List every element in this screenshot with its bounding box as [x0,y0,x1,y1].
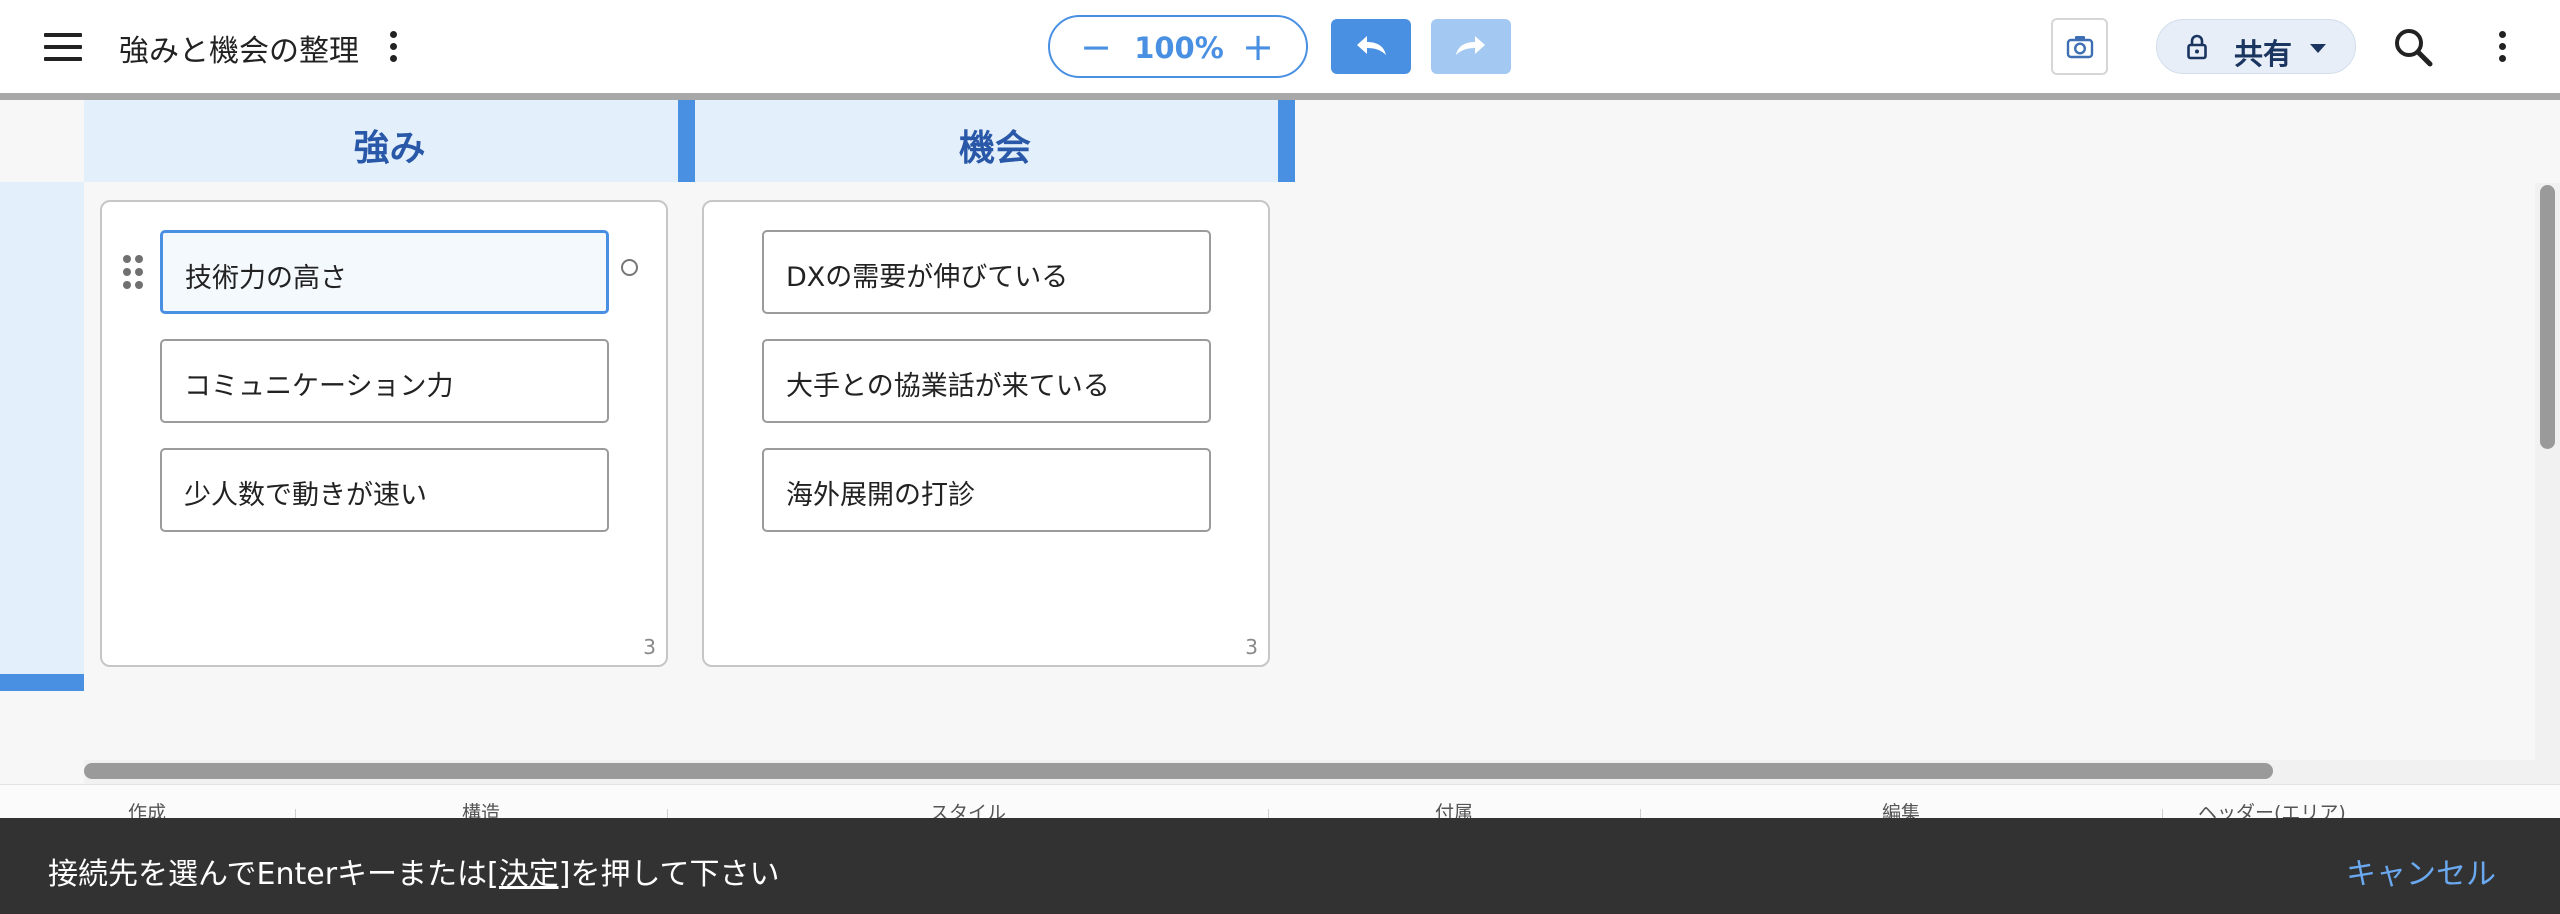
card-count: 3 [643,635,656,659]
tab-style[interactable]: スタイル [930,798,1006,818]
more-vert-icon[interactable] [2496,29,2508,65]
vertical-scrollbar-thumb[interactable] [2540,185,2555,449]
top-toolbar: 強みと機会の整理 − 100% + 共有 [0,0,2560,93]
card-label: 海外展開の打診 [786,480,975,511]
tab-edit[interactable]: 編集 [1882,798,1920,818]
lock-icon [2187,34,2207,60]
drag-handle-icon[interactable] [123,255,147,291]
card-label: 少人数で動きが速い [184,480,427,511]
snackbar-message: 接続先を選んでEnterキーまたは[決定]を押して下さい [48,849,780,893]
share-button[interactable]: 共有 [2156,19,2356,74]
snackbar-message-before: 接続先を選んでEnterキーまたは [48,857,488,892]
undo-icon [1357,36,1386,55]
tab-divider [667,809,668,818]
document-title[interactable]: 強みと機会の整理 [119,26,359,70]
connection-point[interactable] [621,259,638,276]
row-resize-handle[interactable] [0,674,84,691]
tab-divider [1268,809,1269,818]
tab-attachment[interactable]: 付属 [1435,798,1473,818]
column-resize-handle[interactable] [1278,100,1295,182]
bottom-tab-strip: 作成 構造 スタイル 付属 編集 ヘッダー(エリア) [0,784,2560,818]
share-label: 共有 [2234,37,2293,71]
tab-divider [2162,809,2163,818]
card-selected[interactable]: 技術力の高さ [160,230,609,314]
more-vert-icon[interactable] [387,29,399,65]
redo-icon [1456,36,1485,55]
card[interactable]: DXの需要が伸びている [762,230,1211,314]
column-title: 機会 [958,128,1031,169]
card-label: 技術力の高さ [185,263,347,294]
column-header-strengths[interactable]: 強み [84,100,695,182]
cancel-button[interactable]: キャンセル [2346,849,2496,893]
card-count: 3 [1245,635,1258,659]
card[interactable]: 海外展開の打診 [762,448,1211,532]
column-resize-handle[interactable] [678,100,695,182]
snackbar: 接続先を選んでEnterキーまたは[決定]を押して下さい キャンセル [0,818,2560,914]
tab-header-area[interactable]: ヘッダー(エリア) [2198,798,2346,818]
row-header[interactable] [0,182,84,674]
zoom-out-button[interactable]: − [1076,25,1116,69]
horizontal-scrollbar-thumb[interactable] [84,763,2273,779]
camera-icon [2066,36,2094,59]
card-label: DXの需要が伸びている [786,262,1069,293]
tab-divider [295,809,296,818]
card[interactable]: 少人数で動きが速い [160,448,609,532]
undo-button[interactable] [1331,19,1411,74]
zoom-control: − 100% + [1048,15,1308,78]
card-label: コミュニケーション力 [184,371,454,402]
screenshot-button[interactable] [2051,18,2108,75]
menu-icon[interactable] [44,33,82,61]
tab-structure[interactable]: 構造 [462,798,500,818]
card[interactable]: コミュニケーション力 [160,339,609,423]
column-header-opportunities[interactable]: 機会 [695,100,1295,182]
toolbar-divider [0,93,2560,100]
board-canvas[interactable]: 強み 機会 3 技術力の高さ コミュニケーション力 少人数で動きが速い 3 DX… [0,100,2560,784]
confirm-link[interactable]: [決定] [487,857,570,892]
chevron-down-icon [2310,44,2326,53]
redo-button[interactable] [1431,19,1511,74]
card[interactable]: 大手との協業話が来ている [762,339,1211,423]
search-icon[interactable] [2393,27,2433,67]
zoom-in-button[interactable]: + [1238,25,1278,69]
column-title: 強み [353,128,426,169]
snackbar-message-after: を押して下さい [570,857,780,892]
tab-divider [1640,809,1641,818]
card-label: 大手との協業話が来ている [786,371,1110,402]
zoom-level[interactable]: 100% [1130,31,1228,65]
tab-create[interactable]: 作成 [128,798,166,818]
